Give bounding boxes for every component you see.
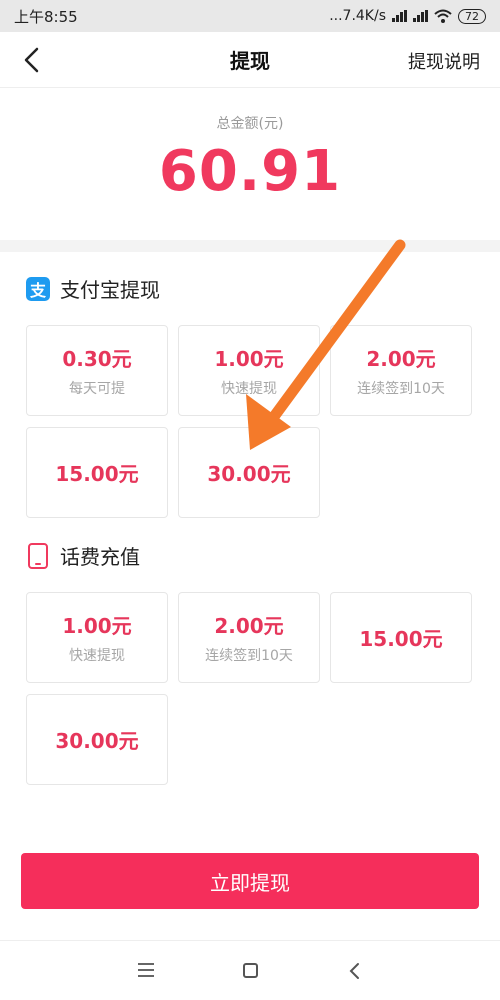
alipay-option-card[interactable]: 0.30元 每天可提: [26, 325, 168, 416]
phone-option-card[interactable]: 15.00元: [330, 592, 472, 683]
home-square-icon[interactable]: [243, 963, 258, 978]
withdraw-now-button[interactable]: 立即提现: [21, 853, 479, 909]
option-desc: 连续签到10天: [357, 381, 445, 397]
alipay-option-card[interactable]: 30.00元: [178, 427, 320, 518]
back-icon[interactable]: [20, 46, 44, 74]
alipay-section-title: 支付宝提现: [60, 278, 160, 302]
total-amount-value: 60.91: [158, 139, 342, 204]
signal-icon-2: [413, 10, 428, 22]
phone-section-header: 话费充值: [26, 541, 140, 570]
option-desc: 快速提现: [69, 648, 125, 664]
alipay-option-card[interactable]: 1.00元 快速提现: [178, 325, 320, 416]
phone-section-title: 话费充值: [60, 545, 140, 569]
option-amount: 30.00元: [55, 729, 139, 753]
option-amount: 2.00元: [366, 347, 436, 371]
phone-icon: [28, 542, 48, 569]
system-nav-bar: [0, 940, 500, 1000]
status-icons: ...7.4K/s 72: [329, 8, 486, 24]
status-bar: 上午8:55 ...7.4K/s 72: [0, 0, 500, 32]
phone-option-card[interactable]: 30.00元: [26, 694, 168, 785]
alipay-section-header: 支 支付宝提现: [26, 274, 160, 303]
withdraw-help-link[interactable]: 提现说明: [408, 48, 480, 74]
option-amount: 15.00元: [359, 627, 443, 651]
alipay-option-card[interactable]: 2.00元 连续签到10天: [330, 325, 472, 416]
battery-icon: 72: [458, 8, 486, 24]
menu-icon[interactable]: [138, 963, 154, 977]
option-amount: 1.00元: [62, 614, 132, 638]
section-divider: [0, 240, 500, 252]
status-time: 上午8:55: [14, 7, 78, 26]
option-desc: 快速提现: [221, 381, 277, 397]
signal-icon: [392, 10, 407, 22]
option-amount: 15.00元: [55, 462, 139, 486]
option-desc: 每天可提: [69, 381, 125, 397]
wifi-icon: [434, 9, 452, 23]
option-amount: 1.00元: [214, 347, 284, 371]
option-desc: 连续签到10天: [205, 648, 293, 664]
option-amount: 0.30元: [62, 347, 132, 371]
option-amount: 30.00元: [207, 462, 291, 486]
total-amount-section: 总金额(元) 60.91: [0, 88, 500, 240]
option-amount: 2.00元: [214, 614, 284, 638]
nav-bar: 提现 提现说明: [0, 32, 500, 88]
system-back-icon[interactable]: [346, 961, 362, 981]
page-title: 提现: [230, 49, 270, 73]
alipay-icon: 支: [26, 276, 50, 301]
phone-option-card[interactable]: 2.00元 连续签到10天: [178, 592, 320, 683]
phone-option-card[interactable]: 1.00元 快速提现: [26, 592, 168, 683]
total-amount-label: 总金额(元): [216, 116, 284, 132]
network-speed: ...7.4K/s: [329, 8, 386, 24]
alipay-option-card[interactable]: 15.00元: [26, 427, 168, 518]
